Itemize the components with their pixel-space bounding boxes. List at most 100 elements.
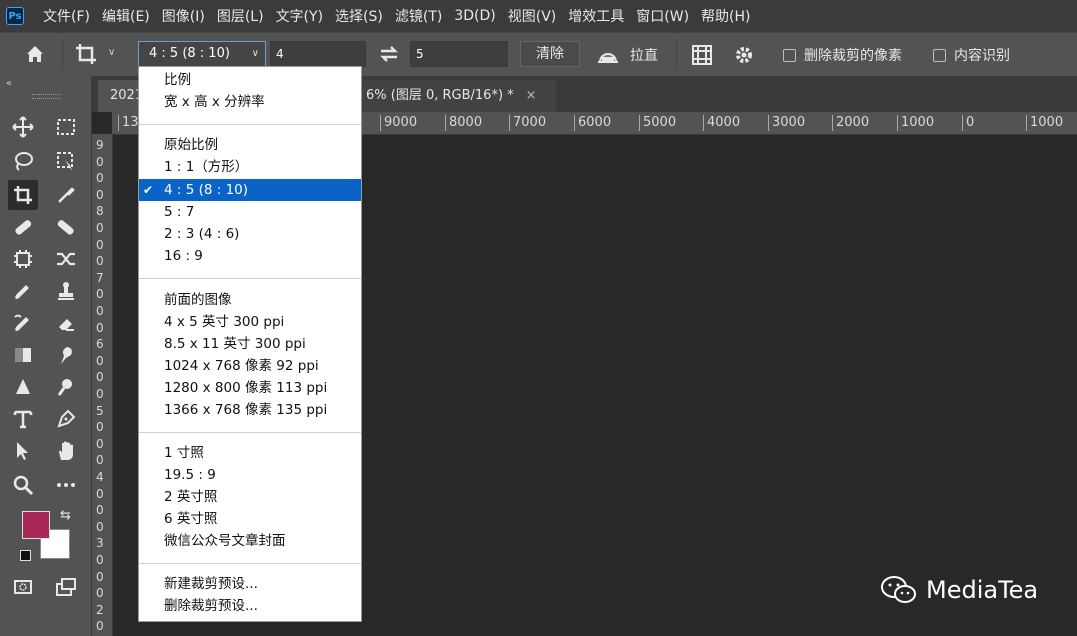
chevron-down-icon[interactable]: ∨ bbox=[108, 47, 115, 58]
shuffle-icon[interactable] bbox=[53, 246, 79, 272]
stamp-tool-icon[interactable] bbox=[53, 278, 79, 304]
ruler-label: 0 bbox=[96, 420, 104, 435]
collapse-panel-icon[interactable]: « bbox=[6, 78, 12, 89]
gear-icon[interactable] bbox=[733, 44, 755, 70]
menu-layer[interactable]: 图层(L) bbox=[212, 6, 269, 26]
eyedropper-tool-icon[interactable] bbox=[53, 182, 79, 208]
grid-overlay-icon[interactable] bbox=[690, 43, 714, 71]
menu-item-front-image[interactable]: 前面的图像 bbox=[139, 289, 361, 311]
home-icon[interactable] bbox=[24, 43, 46, 69]
menu-item-wechat-cover[interactable]: 微信公众号文章封面 bbox=[139, 530, 361, 552]
height-input[interactable]: 5 bbox=[410, 41, 508, 67]
more-tools-icon[interactable] bbox=[53, 472, 79, 498]
type-tool-icon[interactable] bbox=[10, 406, 36, 432]
menu-item-1366x768[interactable]: 1366 x 768 像素 135 ppi bbox=[139, 399, 361, 421]
menu-item-4x5in[interactable]: 4 x 5 英寸 300 ppi bbox=[139, 311, 361, 333]
menu-plugins[interactable]: 增效工具 bbox=[563, 6, 629, 26]
blur-tool-icon[interactable] bbox=[10, 374, 36, 400]
ruler-label: 5 bbox=[96, 403, 104, 418]
ruler-label: 6 bbox=[96, 337, 104, 352]
menu-item-new-preset[interactable]: 新建裁剪预设... bbox=[139, 573, 361, 595]
pen-tool-icon[interactable] bbox=[53, 406, 79, 432]
menu-view[interactable]: 视图(V) bbox=[503, 6, 562, 26]
menu-item-1-1[interactable]: 1 : 1（方形） bbox=[139, 156, 361, 178]
menu-filter[interactable]: 滤镜(T) bbox=[390, 6, 447, 26]
eraser-tool-icon[interactable] bbox=[53, 310, 79, 336]
menu-item-5-7[interactable]: 5 : 7 bbox=[139, 201, 361, 223]
menu-3d[interactable]: 3D(D) bbox=[449, 8, 500, 24]
dodge-tool-icon[interactable] bbox=[53, 374, 79, 400]
ruler-label: 0 bbox=[96, 370, 104, 385]
menu-help[interactable]: 帮助(H) bbox=[696, 6, 755, 26]
object-selection-tool-icon[interactable] bbox=[53, 148, 79, 174]
straighten-icon[interactable] bbox=[596, 44, 620, 70]
brush-tool-icon[interactable] bbox=[10, 278, 36, 304]
ruler-label: 13 bbox=[118, 115, 139, 131]
hand-tool-icon[interactable] bbox=[53, 438, 79, 464]
menu-select[interactable]: 选择(S) bbox=[330, 6, 388, 26]
menu-item-ratio[interactable]: 比例 bbox=[139, 69, 361, 91]
content-aware-checkbox[interactable] bbox=[933, 49, 946, 62]
close-icon[interactable]: × bbox=[526, 88, 537, 103]
separator bbox=[62, 39, 63, 69]
menu-item-1-inch-photo[interactable]: 1 寸照 bbox=[139, 442, 361, 464]
delete-cropped-checkbox[interactable] bbox=[783, 49, 796, 62]
menu-window[interactable]: 窗口(W) bbox=[631, 6, 694, 26]
ratio-select[interactable]: 4 : 5 (8 : 10) ∨ bbox=[138, 41, 266, 67]
ruler-label: 0 bbox=[96, 586, 104, 601]
width-input[interactable]: 4 bbox=[270, 41, 366, 67]
menu-file[interactable]: 文件(F) bbox=[38, 6, 95, 26]
menu-item-1280x800[interactable]: 1280 x 800 像素 113 ppi bbox=[139, 377, 361, 399]
ratio-select-value: 4 : 5 (8 : 10) bbox=[149, 46, 230, 61]
move-tool-icon[interactable] bbox=[10, 114, 36, 140]
ruler-label: 0 bbox=[96, 154, 104, 169]
menu-item-4-5-selected[interactable]: ✔ 4 : 5 (8 : 10) bbox=[139, 179, 361, 201]
foreground-color-swatch[interactable] bbox=[22, 511, 50, 539]
frame-tool-icon[interactable] bbox=[10, 246, 36, 272]
menu-image[interactable]: 图像(I) bbox=[157, 6, 210, 26]
menu-edit[interactable]: 编辑(E) bbox=[97, 6, 155, 26]
menu-item-19-5-9[interactable]: 19.5 : 9 bbox=[139, 464, 361, 486]
ruler-label: 0 bbox=[962, 115, 974, 131]
bandage-tool-icon[interactable] bbox=[53, 214, 79, 240]
panel-grip[interactable] bbox=[32, 94, 60, 99]
smudge-tool-icon[interactable] bbox=[53, 342, 79, 368]
ruler-label: 3 bbox=[96, 536, 104, 551]
default-colors-icon[interactable] bbox=[20, 550, 31, 561]
crop-preset-icon[interactable] bbox=[74, 42, 98, 70]
menu-item-6-inch-photo[interactable]: 6 英寸照 bbox=[139, 508, 361, 530]
photoshop-logo: Ps bbox=[6, 7, 24, 25]
path-selection-tool-icon[interactable] bbox=[10, 438, 36, 464]
crop-tool-icon[interactable] bbox=[8, 180, 38, 210]
swap-icon[interactable] bbox=[378, 43, 400, 69]
quick-mask-icon[interactable] bbox=[10, 574, 36, 600]
clear-button[interactable]: 清除 bbox=[520, 41, 580, 67]
zoom-tool-icon[interactable] bbox=[10, 472, 36, 498]
ruler-label: 0 bbox=[96, 320, 104, 335]
checkmark-icon: ✔ bbox=[143, 183, 154, 197]
watermark: MediaTea bbox=[880, 575, 1038, 605]
menu-type[interactable]: 文字(Y) bbox=[271, 6, 328, 26]
menu-separator bbox=[139, 563, 361, 564]
menu-item-8-5x11in[interactable]: 8.5 x 11 英寸 300 ppi bbox=[139, 333, 361, 355]
menu-item-original-ratio[interactable]: 原始比例 bbox=[139, 134, 361, 156]
marquee-tool-icon[interactable] bbox=[53, 114, 79, 140]
menu-item-wxhxres[interactable]: 宽 x 高 x 分辨率 bbox=[139, 91, 361, 113]
ruler-label: 0 bbox=[96, 237, 104, 252]
ruler-label: 0 bbox=[96, 453, 104, 468]
screen-mode-icon[interactable] bbox=[53, 574, 79, 600]
menu-item-16-9[interactable]: 16 : 9 bbox=[139, 245, 361, 267]
healing-brush-tool-icon[interactable] bbox=[10, 214, 36, 240]
lasso-tool-icon[interactable] bbox=[10, 148, 36, 174]
gradient-tool-icon[interactable] bbox=[10, 342, 36, 368]
history-brush-tool-icon[interactable] bbox=[10, 310, 36, 336]
separator bbox=[676, 39, 677, 69]
swap-colors-icon[interactable]: ⇆ bbox=[60, 508, 71, 523]
menu-item-2-3[interactable]: 2 : 3 (4 : 6) bbox=[139, 223, 361, 245]
menu-item-delete-preset[interactable]: 删除裁剪预设... bbox=[139, 595, 361, 617]
menu-item-1024x768[interactable]: 1024 x 768 像素 92 ppi bbox=[139, 355, 361, 377]
menu-item-2-inch-photo[interactable]: 2 英寸照 bbox=[139, 486, 361, 508]
menu-bar: Ps 文件(F) 编辑(E) 图像(I) 图层(L) 文字(Y) 选择(S) 滤… bbox=[0, 0, 1077, 32]
document-tab-active[interactable]: 6% (图层 0, RGB/16*) * × bbox=[354, 80, 556, 112]
straighten-label[interactable]: 拉直 bbox=[630, 45, 658, 65]
